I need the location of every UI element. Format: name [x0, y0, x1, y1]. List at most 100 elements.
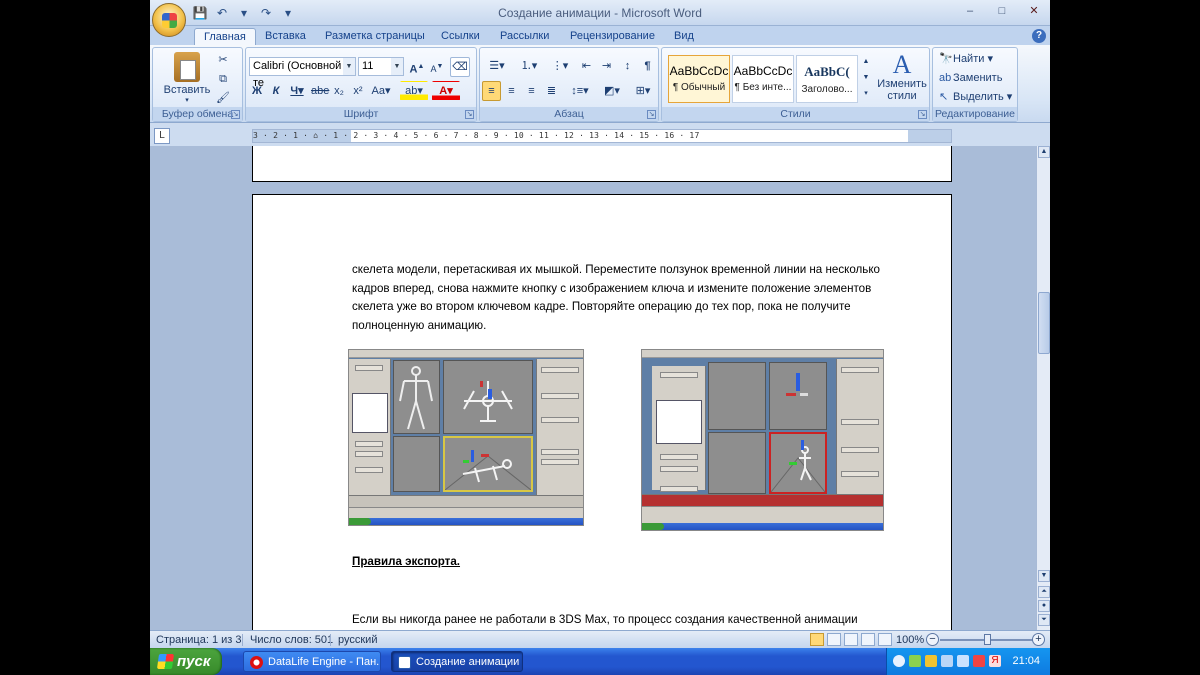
maximize-button[interactable]: □: [986, 2, 1018, 20]
shot-button: [541, 459, 579, 465]
vertical-scrollbar[interactable]: ▲ ▼ ⏶ ● ⏷: [1036, 146, 1050, 630]
tab-view[interactable]: Вид: [665, 28, 703, 46]
find-button[interactable]: 🔭Найти ▾: [939, 50, 993, 68]
align-left-button[interactable]: ≡: [482, 81, 501, 101]
next-page-icon[interactable]: ⏷: [1038, 614, 1050, 626]
line-spacing-button[interactable]: ↕≡▾: [566, 81, 594, 101]
tray-app-icon[interactable]: [973, 655, 985, 667]
change-styles-button[interactable]: A Изменить стили: [876, 52, 928, 103]
shot-menubar: [642, 350, 883, 358]
highlight-button[interactable]: ab▾: [400, 81, 428, 101]
web-layout-icon[interactable]: [844, 633, 858, 646]
copy-icon[interactable]: ⧉: [213, 69, 233, 89]
decrease-indent-icon[interactable]: ⇤: [577, 56, 596, 76]
styles-launcher-icon[interactable]: ↘: [918, 110, 927, 119]
font-color-button[interactable]: A▾: [432, 81, 460, 101]
zoom-out-icon[interactable]: −: [926, 633, 939, 646]
replace-button[interactable]: ab Заменить: [939, 69, 1002, 87]
minimize-button[interactable]: –: [954, 2, 986, 20]
format-painter-icon[interactable]: 🖌: [213, 88, 233, 108]
paste-button[interactable]: Вставить ▾: [159, 52, 215, 104]
show-marks-icon[interactable]: ¶: [638, 56, 657, 76]
increase-indent-icon[interactable]: ⇥: [597, 56, 616, 76]
sort-icon[interactable]: ↕: [618, 56, 637, 76]
previous-page-icon[interactable]: ⏶: [1038, 586, 1050, 598]
page-count[interactable]: Страница: 1 из 3: [156, 633, 242, 647]
tab-mailings[interactable]: Рассылки: [491, 28, 558, 46]
styles-scroll-down-icon[interactable]: ▼: [860, 70, 872, 86]
network-icon[interactable]: [941, 655, 953, 667]
styles-scroll-up-icon[interactable]: ▲: [860, 54, 872, 70]
borders-button[interactable]: ⊞▾: [629, 81, 657, 101]
align-right-button[interactable]: ≡: [522, 81, 541, 101]
body-paragraph-next[interactable]: Если вы никогда ранее не работали в 3DS …: [352, 613, 912, 626]
multilevel-list-button[interactable]: ⋮▾: [546, 56, 574, 76]
close-button[interactable]: ✕: [1018, 2, 1050, 20]
numbering-button[interactable]: ⒈▾: [514, 56, 544, 76]
superscript-button[interactable]: x²: [349, 81, 367, 101]
start-button[interactable]: пуск: [150, 648, 222, 675]
scroll-up-icon[interactable]: ▲: [1038, 146, 1050, 158]
clear-formatting-icon[interactable]: ⌫: [450, 57, 470, 77]
subscript-button[interactable]: x₂: [330, 81, 348, 101]
document-area[interactable]: скелета модели, перетаскивая их мышкой. …: [150, 146, 1036, 630]
shot-status-line: [642, 506, 883, 523]
outline-view-icon[interactable]: [861, 633, 875, 646]
clock[interactable]: 21:04: [1012, 655, 1040, 667]
style-sample: AaBbCcDc: [669, 64, 729, 78]
network-icon[interactable]: [957, 655, 969, 667]
tab-review[interactable]: Рецензирование: [561, 28, 664, 46]
screenshot-image-2[interactable]: [641, 349, 884, 531]
taskbar-item-word[interactable]: Создание анимации ...: [391, 651, 523, 672]
taskbar-item-opera[interactable]: DataLife Engine - Пан...: [243, 651, 381, 672]
font-launcher-icon[interactable]: ↘: [465, 110, 474, 119]
align-center-button[interactable]: ≡: [502, 81, 521, 101]
zoom-in-icon[interactable]: +: [1032, 633, 1045, 646]
cut-icon[interactable]: ✂: [213, 50, 233, 70]
tab-selector-icon[interactable]: L: [154, 128, 170, 144]
zoom-level[interactable]: 100%: [896, 633, 924, 647]
tray-expand-icon[interactable]: [893, 655, 905, 667]
scroll-thumb[interactable]: [1038, 292, 1050, 354]
styles-more-icon[interactable]: ▾: [860, 86, 872, 102]
office-button[interactable]: [152, 3, 186, 37]
paragraph-launcher-icon[interactable]: ↘: [647, 110, 656, 119]
zoom-slider-knob[interactable]: [984, 634, 991, 645]
bullets-button[interactable]: ☰▾: [482, 56, 512, 76]
shading-button[interactable]: ◩▾: [598, 81, 626, 101]
help-icon[interactable]: ?: [1032, 29, 1046, 43]
style-heading-1[interactable]: AaBbC( Заголово...: [796, 55, 858, 103]
justify-button[interactable]: ≣: [542, 81, 561, 101]
tab-home[interactable]: Главная: [194, 28, 256, 46]
horizontal-ruler[interactable]: 3 · 2 · 1 · ⌂ · 1 · 2 · 3 · 4 · 5 · 6 · …: [252, 129, 952, 143]
full-screen-reading-icon[interactable]: [827, 633, 841, 646]
screenshot-image-1[interactable]: [348, 349, 584, 526]
shrink-font-icon[interactable]: A▼: [428, 57, 446, 77]
bold-button[interactable]: Ж: [248, 81, 266, 101]
scroll-down-icon[interactable]: ▼: [1038, 570, 1050, 582]
tab-references[interactable]: Ссылки: [432, 28, 489, 46]
yandex-icon[interactable]: Я: [989, 655, 1001, 667]
grow-font-icon[interactable]: A▲: [408, 57, 426, 77]
font-name-select[interactable]: Calibri (Основной те ▼: [249, 57, 356, 89]
select-button[interactable]: ↖ Выделить ▾: [939, 88, 1012, 106]
language-indicator[interactable]: русский: [338, 633, 377, 647]
tab-page-layout[interactable]: Разметка страницы: [316, 28, 434, 46]
body-paragraph[interactable]: скелета модели, перетаскивая их мышкой. …: [352, 261, 912, 335]
draft-view-icon[interactable]: [878, 633, 892, 646]
clipboard-launcher-icon[interactable]: ↘: [231, 110, 240, 119]
export-rules-heading[interactable]: Правила экспорта.: [352, 555, 460, 568]
tray-app-icon[interactable]: [925, 655, 937, 667]
underline-button[interactable]: Ч▾: [286, 81, 308, 101]
style-no-spacing[interactable]: AaBbCcDc ¶ Без инте...: [732, 55, 794, 103]
select-browse-object-icon[interactable]: ●: [1038, 600, 1050, 612]
font-size-select[interactable]: 11 ▼: [358, 57, 404, 76]
change-case-button[interactable]: Aa▾: [368, 81, 394, 101]
tab-insert[interactable]: Вставка: [256, 28, 315, 46]
style-normal[interactable]: AaBbCcDc ¶ Обычный: [668, 55, 730, 103]
print-layout-view-icon[interactable]: [810, 633, 824, 646]
italic-button[interactable]: К: [267, 81, 285, 101]
word-count[interactable]: Число слов: 501: [250, 633, 333, 647]
strikethrough-button[interactable]: abe: [310, 81, 329, 101]
tray-app-icon[interactable]: [909, 655, 921, 667]
